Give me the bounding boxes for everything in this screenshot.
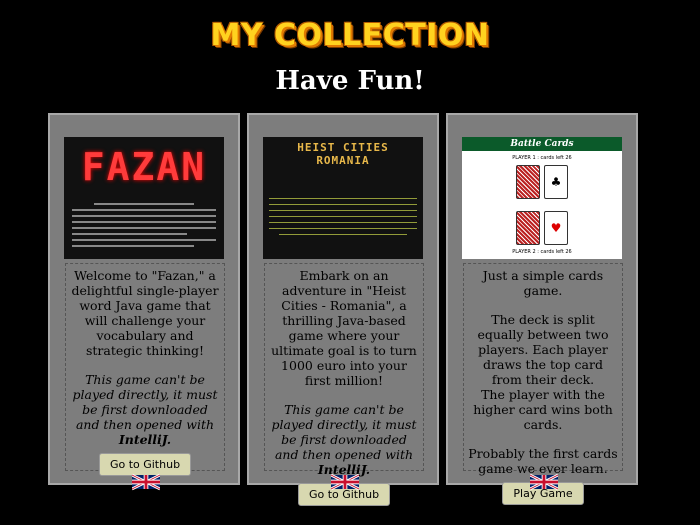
game-screenshot-fazan: FAZAN — [64, 137, 224, 259]
player2-label: PLAYER 2 : cards left 26 — [512, 249, 572, 255]
card-face: ♥ — [544, 211, 568, 245]
screenshot-title: FAZAN — [81, 145, 207, 189]
game-card-heist-cities: HEIST CITIES ROMANIA Embark on an advent… — [247, 113, 439, 506]
description-text-4: Probably the first cards game we ever le… — [468, 446, 618, 476]
page-title: Have Fun! — [275, 66, 425, 96]
game-screenshot-battle-cards: Battle Cards PLAYER 1 : cards left 26 ♣ … — [462, 137, 622, 259]
logo: MY COLLECTION — [210, 18, 490, 53]
game-card-fazan: FAZAN Welcome to "Fazan," a delightful s… — [48, 113, 240, 491]
card-back — [516, 165, 540, 199]
note-bold: IntelliJ. — [118, 432, 172, 447]
uk-flag-icon[interactable] — [530, 473, 558, 491]
description-text: Embark on an adventure in "Heist Cities … — [271, 268, 417, 388]
screenshot-text — [269, 193, 417, 240]
description-text: Just a simple cards game. — [482, 268, 604, 298]
uk-flag-icon[interactable] — [331, 473, 359, 491]
description-text-2: The deck is split equally between two pl… — [477, 312, 609, 387]
screenshot-text — [72, 199, 216, 251]
screenshot-title: HEIST CITIES ROMANIA — [297, 141, 389, 167]
description-text-3: The player with the higher card wins bot… — [473, 387, 613, 432]
game-screenshot-heist-cities: HEIST CITIES ROMANIA — [263, 137, 423, 259]
install-note: This game can't be played directly, it m… — [70, 372, 220, 447]
player1-label: PLAYER 1 : cards left 26 — [512, 155, 572, 161]
game-description: Embark on an adventure in "Heist Cities … — [264, 263, 424, 506]
note-text: This game can't be played directly, it m… — [72, 372, 218, 432]
game-description: Welcome to "Fazan," a delightful single-… — [65, 263, 225, 476]
game-description: Just a simple cards game. The deck is sp… — [463, 263, 623, 505]
screenshot-title: Battle Cards — [462, 137, 622, 151]
note-text: This game can't be played directly, it m… — [271, 402, 417, 462]
game-card-battle-cards: Battle Cards PLAYER 1 : cards left 26 ♣ … — [446, 113, 638, 505]
description-text: Welcome to "Fazan," a delightful single-… — [71, 268, 219, 358]
card-face: ♣ — [544, 165, 568, 199]
install-note: This game can't be played directly, it m… — [269, 402, 419, 477]
uk-flag-icon[interactable] — [132, 473, 160, 491]
card-back — [516, 211, 540, 245]
